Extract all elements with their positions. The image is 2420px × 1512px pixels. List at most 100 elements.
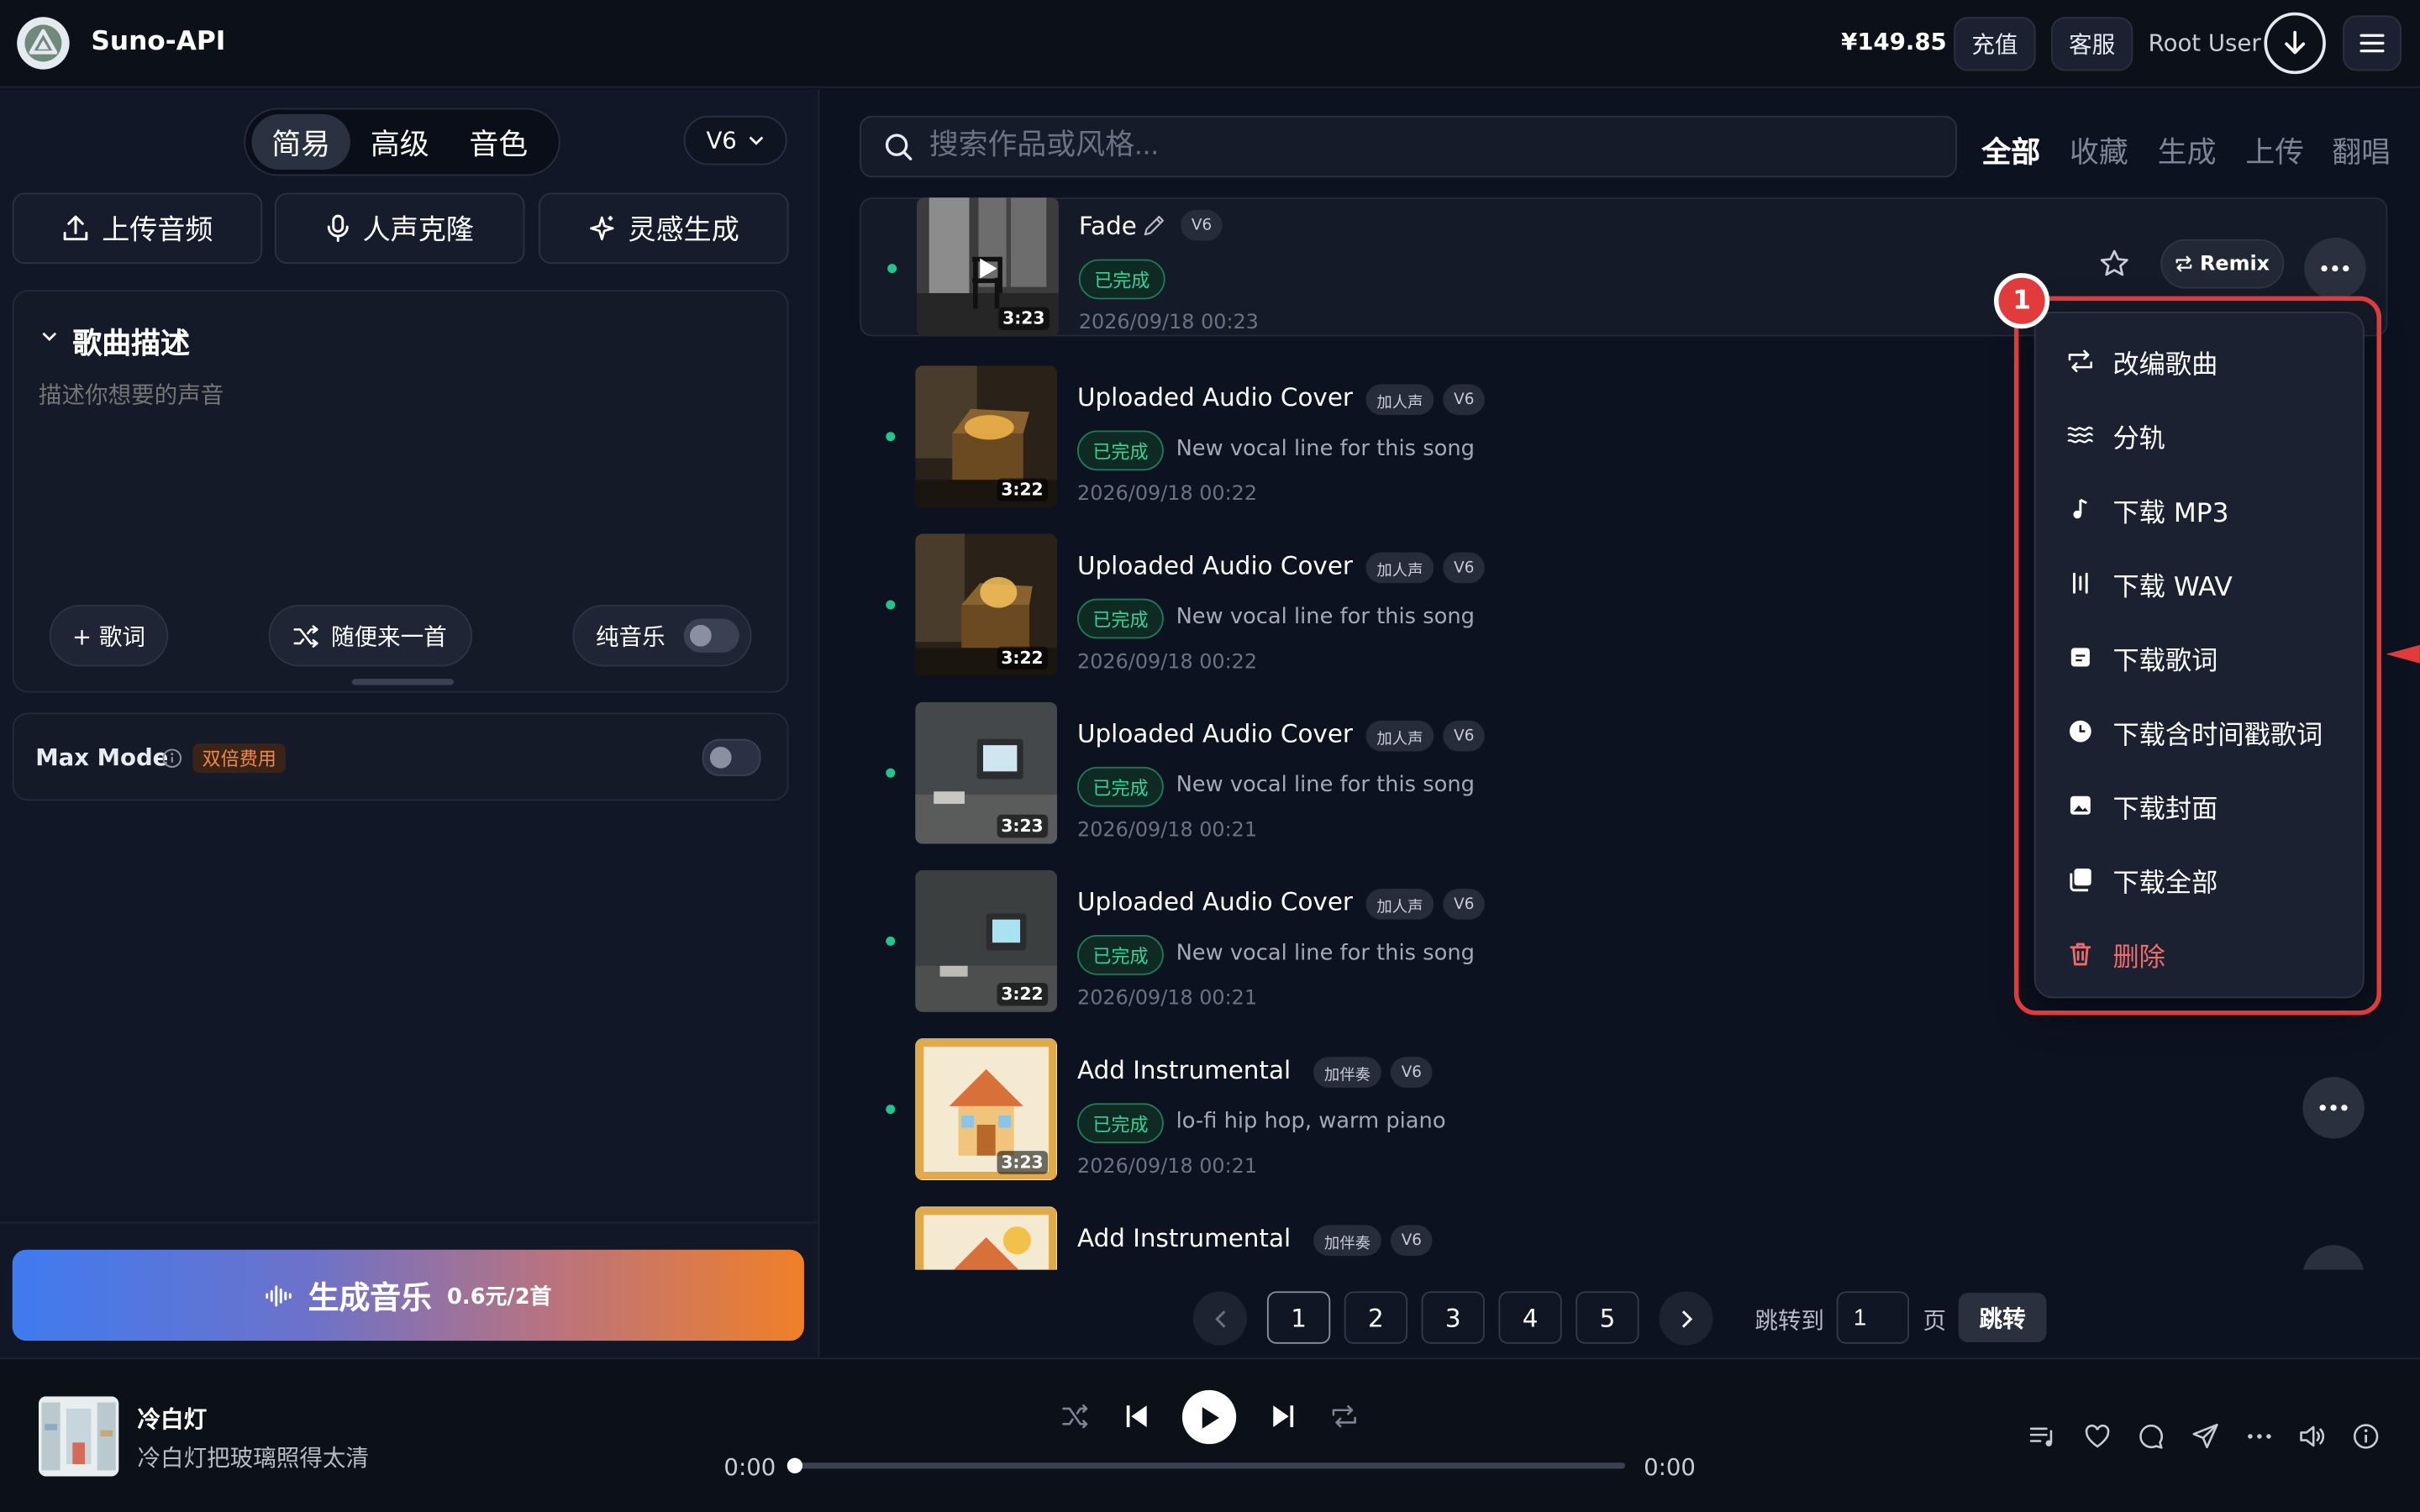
- page-unit-label: 页: [1923, 1306, 1947, 1335]
- more-icon[interactable]: [2245, 1422, 2273, 1450]
- song-title[interactable]: Uploaded Audio Cover: [1077, 887, 1353, 916]
- status-badge: 已完成: [1077, 430, 1164, 471]
- more-options-button[interactable]: [2302, 1077, 2365, 1139]
- status-dot: [886, 936, 896, 946]
- status-badge: 已完成: [1078, 259, 1165, 300]
- song-description: lo-fi hip hop, warm piano: [1176, 1109, 1446, 1134]
- song-duration: 3:22: [996, 478, 1049, 501]
- prev-page-button[interactable]: [1192, 1291, 1248, 1346]
- more-options-button[interactable]: [2302, 1245, 2365, 1270]
- song-title[interactable]: Uploaded Audio Cover: [1077, 551, 1353, 580]
- generate-label: 生成音乐: [308, 1278, 432, 1316]
- heart-icon[interactable]: [2084, 1422, 2112, 1450]
- song-row[interactable]: 3:23 Add Instrumental 加伴奏 V6 已完成 lo-fi h…: [860, 1038, 2387, 1202]
- page-2-button[interactable]: 2: [1344, 1291, 1408, 1344]
- mode-tag: 加伴奏: [1313, 1225, 1381, 1257]
- mode-tag: 加人声: [1365, 888, 1434, 920]
- song-duration: 3:22: [996, 646, 1049, 670]
- version-tag: V6: [1181, 209, 1223, 241]
- song-cover[interactable]: 3:23: [915, 701, 1058, 844]
- song-date: 2026/09/18 00:21: [1077, 819, 1258, 843]
- remix-button[interactable]: Remix: [2160, 239, 2285, 289]
- play-pause-button[interactable]: [1181, 1389, 1237, 1445]
- song-description: New vocal line for this song: [1176, 436, 1475, 462]
- now-playing-title[interactable]: 冷白灯: [137, 1403, 207, 1436]
- song-cover[interactable]: 3:22: [915, 869, 1058, 1012]
- song-cover[interactable]: 3:23: [916, 197, 1059, 337]
- mode-tag: 加人声: [1365, 384, 1434, 416]
- progress-track[interactable]: [786, 1457, 1626, 1474]
- cover-art: [38, 1396, 119, 1477]
- song-cover[interactable]: 3:22: [915, 365, 1058, 508]
- page-4-button[interactable]: 4: [1498, 1291, 1562, 1344]
- volume-icon[interactable]: [2298, 1422, 2326, 1450]
- next-page-button[interactable]: [1659, 1291, 1713, 1346]
- status-dot: [886, 768, 896, 778]
- jump-button[interactable]: 跳转: [1958, 1293, 2047, 1342]
- now-playing-cover[interactable]: [38, 1396, 119, 1477]
- song-duration: 3:23: [997, 307, 1050, 331]
- version-tag: V6: [1390, 1225, 1433, 1257]
- song-description: New vocal line for this song: [1176, 941, 1475, 966]
- play-icon[interactable]: [976, 256, 1000, 281]
- more-options-button[interactable]: [2304, 237, 2366, 300]
- song-date: 2026/09/18 00:21: [1077, 1155, 1258, 1179]
- version-tag: V6: [1443, 720, 1486, 752]
- version-tag: V6: [1390, 1057, 1433, 1088]
- comment-icon[interactable]: [2138, 1422, 2165, 1450]
- version-tag: V6: [1443, 888, 1486, 920]
- next-track-icon[interactable]: [1269, 1403, 1297, 1431]
- page-5-button[interactable]: 5: [1576, 1291, 1639, 1344]
- song-description: New vocal line for this song: [1176, 773, 1475, 798]
- time-current: 0:00: [723, 1453, 776, 1482]
- song-date: 2026/09/18 00:23: [1078, 312, 1259, 335]
- status-dot: [886, 1105, 896, 1115]
- now-playing-subtitle: 冷白灯把玻璃照得太清: [137, 1444, 369, 1473]
- play-icon: [1201, 1406, 1219, 1428]
- song-row[interactable]: Add Instrumental 加伴奏 V6: [860, 1206, 2387, 1270]
- song-cover[interactable]: 3:23: [915, 1038, 1058, 1181]
- step-badge: 1: [1994, 273, 2050, 329]
- song-duration: 3:23: [996, 814, 1049, 838]
- repeat-icon[interactable]: [1330, 1403, 1358, 1431]
- song-title[interactable]: Add Instrumental: [1077, 1224, 1291, 1253]
- share-icon[interactable]: [2191, 1422, 2219, 1450]
- song-duration: 3:22: [996, 982, 1049, 1006]
- song-cover[interactable]: 3:22: [915, 533, 1058, 676]
- page-1-button[interactable]: 1: [1266, 1291, 1331, 1344]
- song-date: 2026/09/18 00:22: [1077, 651, 1258, 675]
- previous-track-icon[interactable]: [1123, 1403, 1151, 1431]
- song-title[interactable]: Uploaded Audio Cover: [1077, 719, 1353, 748]
- pointer-arrow-icon: [2386, 644, 2420, 664]
- info-icon[interactable]: [2352, 1422, 2380, 1450]
- status-dot: [887, 264, 897, 274]
- time-total: 0:00: [1644, 1453, 1696, 1482]
- app-root: Suno-API ¥149.85 充值 客服 Root User 简易 高级 音…: [0, 0, 2420, 1512]
- generate-price: 0.6元/2首: [447, 1284, 552, 1310]
- song-title[interactable]: Fade: [1079, 212, 1137, 241]
- song-description: New vocal line for this song: [1176, 604, 1475, 630]
- status-dot: [886, 600, 896, 610]
- playlist-icon[interactable]: [2029, 1422, 2057, 1450]
- progress-knob[interactable]: [786, 1457, 803, 1474]
- song-cover[interactable]: [915, 1206, 1058, 1270]
- cover-art: [915, 1206, 1058, 1270]
- edit-pencil-icon[interactable]: [1142, 214, 1165, 238]
- mode-tag: 加伴奏: [1313, 1057, 1381, 1088]
- version-tag: V6: [1443, 384, 1486, 416]
- song-title[interactable]: Uploaded Audio Cover: [1077, 383, 1353, 412]
- status-badge: 已完成: [1077, 598, 1164, 639]
- status-badge: 已完成: [1077, 766, 1164, 807]
- jump-page-input[interactable]: [1836, 1291, 1909, 1344]
- highlight-frame: [2013, 296, 2382, 1016]
- shuffle-icon[interactable]: [1062, 1403, 1090, 1431]
- mode-tag: 加人声: [1365, 552, 1434, 584]
- status-badge: 已完成: [1077, 1103, 1164, 1143]
- repeat-icon: [2176, 255, 2193, 272]
- song-duration: 3:23: [996, 1151, 1049, 1174]
- mode-tag: 加人声: [1365, 720, 1434, 752]
- song-title[interactable]: Add Instrumental: [1077, 1055, 1291, 1084]
- status-badge: 已完成: [1077, 935, 1164, 975]
- star-icon[interactable]: [2099, 249, 2130, 280]
- page-3-button[interactable]: 3: [1421, 1291, 1485, 1344]
